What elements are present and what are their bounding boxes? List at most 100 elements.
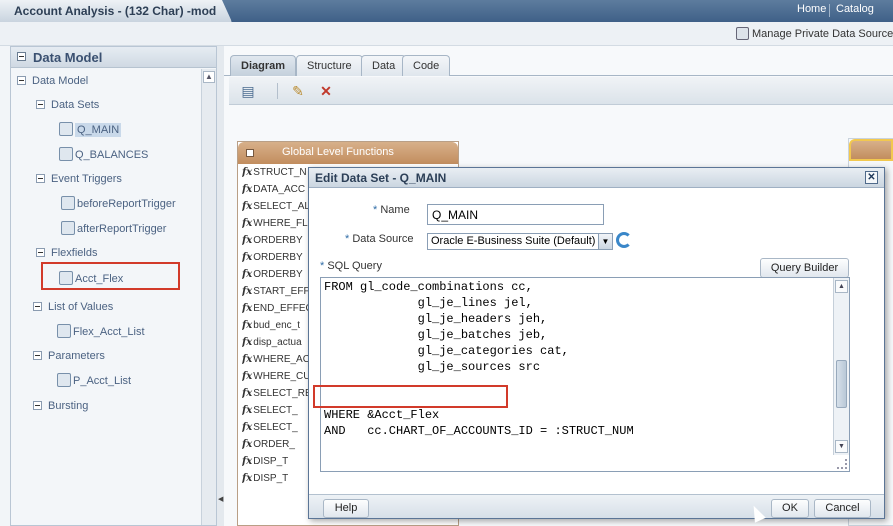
tab-data[interactable]: Data — [361, 55, 407, 76]
help-button[interactable]: Help — [323, 499, 369, 518]
tree-item-after-report-trigger[interactable]: afterReportTrigger — [61, 221, 166, 235]
tree-node-label: Parameters — [48, 350, 105, 362]
tree-item-label: Q_BALANCES — [75, 149, 149, 161]
home-link[interactable]: Home — [797, 3, 826, 15]
function-icon: fx — [242, 422, 253, 433]
function-icon: fx — [242, 320, 253, 331]
tree-node-label: Data Model — [32, 75, 89, 87]
data-source-label: * Data Source — [345, 233, 414, 245]
scroll-down-icon[interactable]: ▼ — [835, 440, 848, 453]
name-label-text: Name — [380, 204, 410, 216]
collapse-icon[interactable] — [17, 76, 26, 85]
collapse-icon[interactable] — [36, 100, 45, 109]
function-name: DISP_T — [253, 473, 289, 484]
tree-item-label: P_Acct_List — [73, 375, 132, 387]
function-name: WHERE_AC — [253, 354, 310, 365]
tree-node-event-triggers[interactable]: Event Triggers — [36, 173, 122, 185]
collapse-arrow-icon[interactable] — [218, 492, 223, 502]
tab-code[interactable]: Code — [402, 55, 451, 76]
sql-line: gl_je_headers jeh, — [324, 312, 548, 326]
collapse-icon[interactable] — [17, 52, 26, 61]
view-tabs: Diagram Structure Data Code — [224, 54, 893, 76]
chevron-down-icon[interactable]: ▼ — [598, 234, 612, 249]
panel-splitter[interactable] — [217, 46, 224, 526]
dialog-title-bar: Edit Data Set - Q_MAIN ✕ — [309, 168, 884, 188]
panel-scrollbar[interactable]: ▲ — [201, 69, 216, 525]
function-name: WHERE_CU — [253, 371, 311, 382]
function-icon: fx — [242, 235, 253, 246]
tree-item-flex-acct-list[interactable]: Flex_Acct_List — [57, 324, 145, 338]
tree-node-label: List of Values — [48, 301, 114, 313]
tree-node-data-sets[interactable]: Data Sets — [36, 99, 99, 111]
name-input[interactable] — [427, 204, 604, 225]
function-icon: fx — [242, 354, 253, 365]
function-name: DISP_T — [253, 456, 289, 467]
function-name: STRUCT_N — [253, 167, 307, 178]
tree-node-label: Bursting — [48, 400, 89, 412]
scroll-up-icon[interactable]: ▲ — [203, 71, 215, 83]
function-icon: fx — [242, 184, 253, 195]
tree-item-q-main[interactable]: Q_MAIN — [59, 122, 122, 137]
function-icon: fx — [242, 371, 253, 382]
tree-item-p-acct-list[interactable]: P_Acct_List — [57, 373, 131, 387]
new-dataset-icon[interactable]: ▤ — [239, 82, 257, 100]
tab-structure[interactable]: Structure — [296, 55, 363, 76]
function-name: ORDERBY — [253, 269, 303, 280]
glf-panel-header: Global Level Functions — [238, 142, 458, 164]
function-name: WHERE_FL — [253, 218, 308, 229]
sql-line: FROM gl_code_combinations cc, — [324, 280, 533, 294]
glf-panel-title: Global Level Functions — [282, 146, 394, 158]
collapse-icon[interactable] — [36, 248, 45, 257]
scroll-up-icon[interactable]: ▲ — [835, 280, 848, 293]
function-icon: fx — [242, 337, 253, 348]
parameter-icon — [57, 373, 71, 387]
function-icon: fx — [242, 269, 253, 280]
catalog-link[interactable]: Catalog — [836, 3, 874, 15]
function-name: SELECT_AL — [253, 201, 310, 212]
manage-private-data-sources-link[interactable]: Manage Private Data Sources — [736, 27, 893, 40]
refresh-icon[interactable] — [616, 232, 632, 248]
sql-query-editor[interactable]: FROM gl_code_combinations cc, gl_je_line… — [320, 277, 850, 472]
scroll-thumb[interactable] — [836, 360, 847, 408]
edit-pencil-icon[interactable]: ✎ — [289, 82, 307, 100]
function-name: SELECT_ — [253, 422, 298, 433]
delete-icon[interactable]: ✕ — [317, 82, 335, 100]
tree-node-flexfields[interactable]: Flexfields — [36, 247, 97, 259]
data-source-select[interactable]: Oracle E-Business Suite (Default) ▼ — [427, 233, 613, 250]
function-icon: fx — [242, 473, 253, 484]
collapse-icon[interactable] — [33, 401, 42, 410]
tab-diagram[interactable]: Diagram — [230, 55, 297, 76]
collapse-icon[interactable] — [33, 351, 42, 360]
tree-node-label: Event Triggers — [51, 173, 122, 185]
panel-title: Data Model — [33, 50, 103, 65]
manage-private-data-sources-label: Manage Private Data Sources — [752, 28, 893, 40]
data-model-tree: Data Model Data Sets Q_MAIN Q_BALANCES E… — [11, 69, 201, 525]
cancel-button[interactable]: Cancel — [814, 499, 871, 518]
function-icon: fx — [242, 218, 253, 229]
required-marker: * — [320, 260, 325, 272]
close-icon[interactable]: ✕ — [865, 171, 878, 184]
sql-dataset-icon — [59, 122, 73, 136]
function-icon: fx — [242, 167, 253, 178]
data-source-value: Oracle E-Business Suite (Default) — [431, 235, 596, 247]
tree-node-data-model[interactable]: Data Model — [17, 75, 88, 87]
sql-scrollbar[interactable]: ▲ ▼ — [833, 278, 849, 455]
tree-item-q-balances[interactable]: Q_BALANCES — [59, 147, 148, 161]
list-icon — [57, 324, 71, 338]
collapse-icon[interactable] — [33, 302, 42, 311]
tree-item-before-report-trigger[interactable]: beforeReportTrigger — [61, 196, 176, 210]
function-icon: fx — [242, 286, 253, 297]
function-name: DATA_ACC — [253, 184, 306, 195]
tree-node-list-of-values[interactable]: List of Values — [33, 301, 113, 313]
data-source-label-text: Data Source — [352, 233, 414, 245]
tree-node-bursting[interactable]: Bursting — [33, 400, 88, 412]
collapse-icon[interactable] — [36, 174, 45, 183]
function-icon: fx — [242, 252, 253, 263]
collapse-icon[interactable] — [246, 149, 254, 157]
resize-handle-icon[interactable] — [837, 459, 847, 469]
ok-button[interactable]: OK — [771, 499, 809, 518]
query-builder-button[interactable]: Query Builder — [760, 258, 849, 278]
required-marker: * — [345, 233, 350, 245]
link-separator — [829, 4, 830, 17]
tree-node-parameters[interactable]: Parameters — [33, 350, 105, 362]
